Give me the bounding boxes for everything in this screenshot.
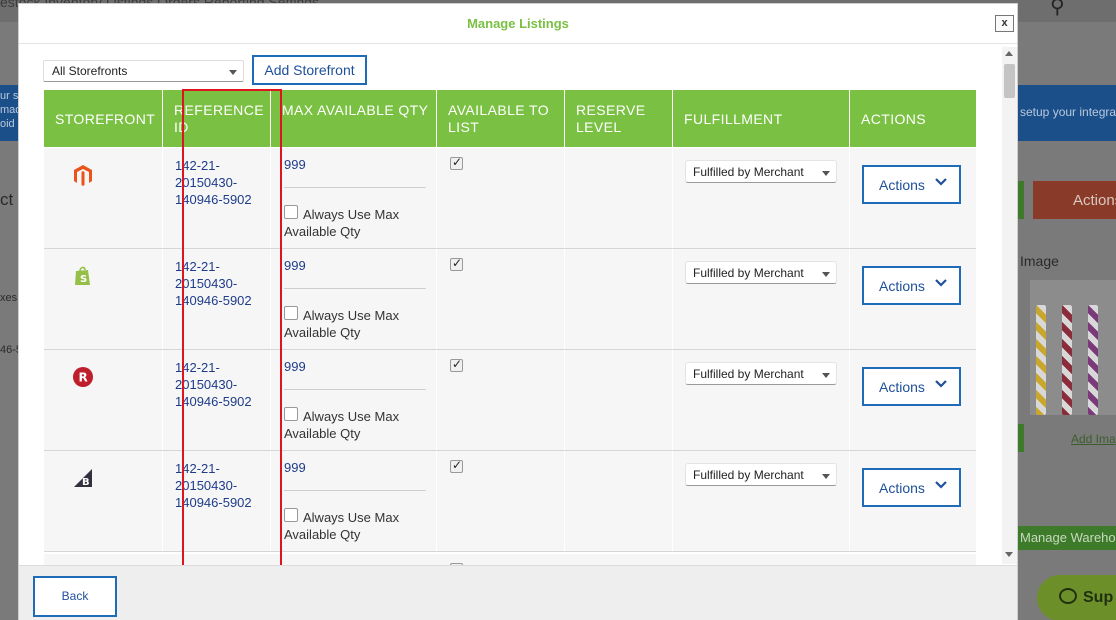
checkmark-icon: ✓ (452, 155, 463, 169)
modal-footer: Back (19, 565, 1017, 620)
fulfillment-value: Fulfilled by Merchant (693, 266, 804, 280)
manage-warehouse-button: Manage Wareho (1018, 526, 1116, 550)
fulfillment-select[interactable]: Fulfilled by Merchant (685, 463, 837, 486)
table-header: STOREFRONT REFERENCE ID MAX AVAILABLE QT… (44, 90, 976, 147)
actions-button[interactable]: Actions (862, 468, 961, 507)
background-left-snippet: oid (0, 118, 15, 130)
fulfillment-select[interactable]: Fulfilled by Merchant (685, 261, 837, 284)
back-button[interactable]: Back (33, 576, 117, 617)
fulfillment-value: Fulfilled by Merchant (693, 468, 804, 482)
actions-label: Actions (879, 177, 925, 193)
storefront-filter-value: All Storefronts (52, 64, 128, 78)
svg-text:B: B (82, 477, 90, 488)
qty-divider (284, 187, 426, 188)
column-header-actions: ACTIONS (861, 111, 927, 127)
actions-button[interactable]: Actions (862, 266, 961, 305)
bigcommerce-icon: B (74, 469, 92, 488)
background-green-button (1018, 424, 1024, 452)
svg-text:S: S (80, 274, 87, 285)
table-row-partial (44, 554, 976, 565)
fulfillment-value: Fulfilled by Merchant (693, 165, 804, 179)
modal-scrollbar[interactable] (1002, 47, 1017, 564)
background-green-button (1018, 181, 1024, 219)
actions-label: Actions (879, 379, 925, 395)
magento-icon (74, 165, 92, 186)
add-image-link: Add Ima (1071, 432, 1116, 446)
always-use-max-label: Always Use Max Available Qty (284, 308, 400, 340)
scroll-up-arrow-icon[interactable] (1005, 51, 1013, 56)
svg-text:R: R (79, 371, 88, 385)
available-to-list-checkbox[interactable]: ✓ (450, 357, 463, 372)
support-label: Sup (1083, 589, 1114, 606)
shopify-icon: S (75, 266, 90, 285)
reference-id: 142-21-20150430-140946-5902 (175, 158, 252, 207)
background-left-snippet: xes (0, 292, 18, 304)
table-row: B 142-21-20150430-140946-5902 999 Always… (44, 451, 976, 552)
qty-divider (284, 288, 426, 289)
support-button[interactable]: Sup (1037, 575, 1116, 620)
column-header-available-to-list: AVAILABLE TO LIST (437, 90, 565, 147)
background-left-snippet: ct (0, 190, 14, 209)
caret-down-icon (822, 474, 830, 479)
add-storefront-button[interactable]: Add Storefront (252, 55, 367, 85)
qty-divider (284, 389, 426, 390)
caret-down-icon (822, 373, 830, 378)
fulfillment-value: Fulfilled by Merchant (693, 367, 804, 381)
column-header-max-available-qty: MAX AVAILABLE QTY (271, 90, 437, 147)
checkmark-icon: ✓ (452, 256, 463, 270)
max-qty-value[interactable]: 999 (284, 359, 306, 374)
table-row: 142-21-20150430-140946-5902 999 Always U… (44, 148, 976, 249)
checkmark-icon: ✓ (452, 357, 463, 371)
close-button[interactable]: x (995, 15, 1014, 32)
caret-down-icon (822, 171, 830, 176)
modal-header: Manage Listings x (19, 4, 1017, 44)
available-to-list-checkbox[interactable]: ✓ (450, 256, 463, 271)
product-image (1030, 280, 1116, 415)
column-header-fulfillment: FULFILLMENT (673, 90, 850, 147)
background-left-snippet: ur s (0, 90, 19, 102)
scroll-down-arrow-icon[interactable] (1005, 552, 1013, 557)
table-row: S 142-21-20150430-140946-5902 999 Always… (44, 249, 976, 350)
search-icon[interactable]: ⚲ (1050, 0, 1065, 19)
background-image-label: Image (1020, 253, 1059, 269)
always-use-max-label: Always Use Max Available Qty (284, 510, 400, 542)
caret-down-icon (822, 272, 830, 277)
fulfillment-select[interactable]: Fulfilled by Merchant (685, 160, 837, 183)
max-qty-value[interactable]: 999 (284, 258, 306, 273)
table-row: R 142-21-20150430-140946-5902 999 Always… (44, 350, 976, 451)
max-qty-value[interactable]: 999 (284, 157, 306, 172)
chevron-down-icon (935, 178, 947, 186)
column-header-reference-id: REFERENCE ID (163, 90, 271, 147)
reference-id: 142-21-20150430-140946-5902 (175, 461, 252, 510)
actions-button[interactable]: Actions (862, 367, 961, 406)
chevron-down-icon (935, 380, 947, 388)
actions-label: Actions (879, 278, 925, 294)
storefront-filter-select[interactable]: All Storefronts (43, 60, 244, 82)
background-actions-button: Actions (1033, 181, 1116, 219)
rakuten-icon: R (73, 367, 93, 387)
chevron-down-icon (935, 279, 947, 287)
modal-title: Manage Listings (467, 16, 569, 31)
qty-divider (284, 490, 426, 491)
actions-label: Actions (879, 480, 925, 496)
available-to-list-checkbox[interactable]: ✓ (450, 458, 463, 473)
available-to-list-checkbox[interactable]: ✓ (450, 155, 463, 170)
checkmark-icon: ✓ (452, 458, 463, 472)
scroll-thumb[interactable] (1004, 64, 1015, 98)
max-qty-value[interactable]: 999 (284, 460, 306, 475)
reference-id: 142-21-20150430-140946-5902 (175, 259, 252, 308)
fulfillment-select[interactable]: Fulfilled by Merchant (685, 362, 837, 385)
reference-id: 142-21-20150430-140946-5902 (175, 360, 252, 409)
actions-button[interactable]: Actions (862, 165, 961, 204)
always-use-max-label: Always Use Max Available Qty (284, 207, 400, 239)
always-use-max-label: Always Use Max Available Qty (284, 409, 400, 441)
chevron-down-icon (935, 481, 947, 489)
background-banner-text: setup your integra (1020, 105, 1116, 119)
caret-down-icon (229, 70, 237, 75)
manage-listings-modal: Manage Listings x All Storefronts Add St… (18, 3, 1018, 620)
column-header-reserve-level: RESERVE LEVEL (565, 90, 673, 147)
column-header-storefront: STOREFRONT (44, 90, 163, 147)
chat-icon (1059, 588, 1077, 604)
listings-table: STOREFRONT REFERENCE ID MAX AVAILABLE QT… (44, 90, 976, 565)
